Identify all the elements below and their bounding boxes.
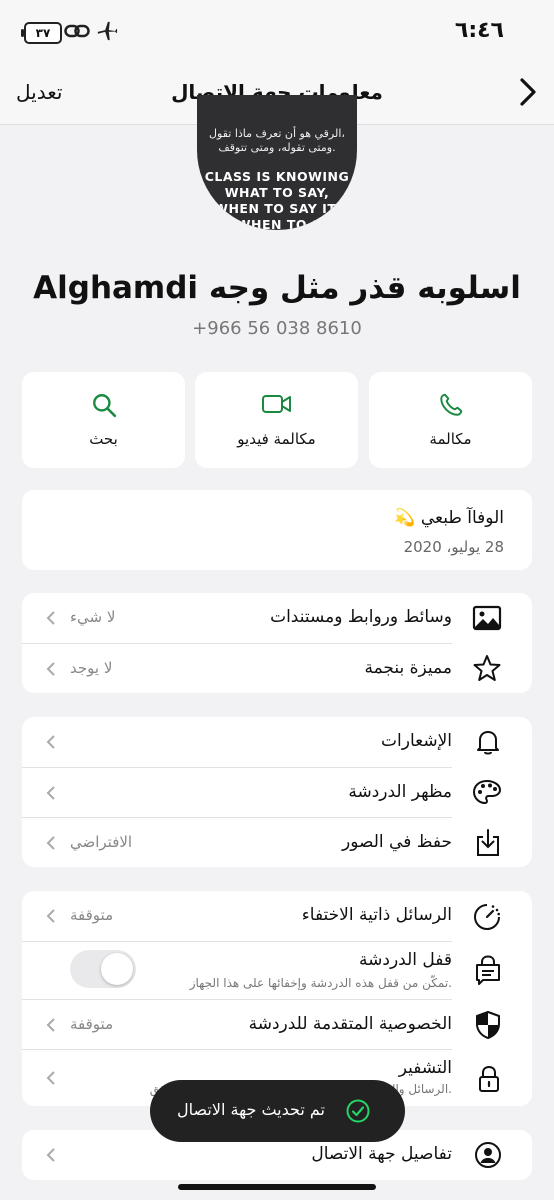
avatar-quote-ar-1: الرقي هو أن تعرف ماذا تقول،: [209, 127, 345, 140]
media-value: لا شيء: [70, 608, 116, 626]
save-photos-row[interactable]: حفظ في الصور الافتراضي: [22, 818, 532, 867]
encryption-label: التشفير: [398, 1058, 452, 1078]
search-icon: [92, 394, 116, 418]
media-label: وسائط وروابط ومستندات: [270, 607, 452, 627]
video-camera-icon: [261, 395, 291, 413]
chat-lock-icon: [476, 955, 500, 985]
shield-icon: [476, 1011, 500, 1039]
chevron-left-icon: [46, 1071, 55, 1085]
phone-icon: [439, 393, 462, 416]
contact-phone: +966 56 038 8610: [192, 318, 362, 339]
chat-theme-label: مظهر الدردشة: [348, 782, 452, 802]
advanced-privacy-value: متوقفة: [70, 1015, 114, 1033]
disappearing-messages-label: الرسائل ذاتية الاختفاء: [301, 905, 452, 925]
avatar-quote-en-2: WHAT TO SAY,: [224, 185, 330, 200]
disappearing-messages-value: متوقفة: [70, 906, 114, 924]
download-tray-icon: [477, 829, 499, 856]
chevron-left-icon: [46, 1148, 55, 1162]
star-icon: [473, 655, 501, 681]
edit-button[interactable]: تعديل: [16, 80, 62, 104]
starred-label: مميزة بنجمة: [364, 658, 452, 678]
about-text: الوفاآ طبعي 💫: [394, 508, 504, 528]
chevron-left-icon: [46, 735, 55, 749]
search-button[interactable]: بحث: [22, 372, 185, 468]
starred-value: لا يوجد: [70, 659, 113, 677]
chat-lock-row: قفل الدردشة تمكّن من قفل هذه الدردشة وإخ…: [22, 942, 532, 999]
advanced-privacy-row[interactable]: الخصوصية المتقدمة للدردشة متوقفة: [22, 1000, 532, 1049]
chevron-left-icon: [46, 836, 55, 850]
media-row[interactable]: وسائط وروابط ومستندات لا شيء: [22, 593, 532, 643]
notifications-row[interactable]: الإشعارات: [22, 717, 532, 767]
toggle-knob: [101, 953, 133, 985]
chat-theme-row[interactable]: مظهر الدردشة: [22, 768, 532, 817]
chat-lock-toggle[interactable]: [70, 950, 136, 988]
chevron-left-icon: [46, 909, 55, 923]
chevron-left-icon: [46, 786, 55, 800]
chat-lock-description: تمكّن من قفل هذه الدردشة وإخفائها على هذ…: [189, 976, 452, 990]
toast-text: تم تحديث جهة الاتصال: [177, 1100, 325, 1119]
about-card: [22, 490, 532, 570]
chevron-left-icon: [46, 662, 55, 676]
bell-icon: [477, 731, 499, 755]
call-label: مكالمة: [429, 430, 472, 448]
avatar[interactable]: الرقي هو أن تعرف ماذا تقول، ومتى تقوله، …: [197, 95, 357, 230]
avatar-quote-en-1: CLASS IS KNOWING: [204, 169, 350, 184]
status-time: ٦:٤٦: [454, 18, 504, 43]
check-circle-icon: [346, 1099, 370, 1123]
chevron-left-icon: [46, 1018, 55, 1032]
avatar-quote-en-3: WHEN TO SAY IT,: [214, 201, 340, 216]
person-circle-icon: [475, 1142, 501, 1168]
call-button[interactable]: مكالمة: [369, 372, 532, 468]
about-date: 28 يوليو، 2020: [403, 538, 504, 556]
timer-icon: [474, 904, 500, 930]
back-chevron-icon[interactable]: [516, 76, 540, 108]
link-icon: [64, 24, 90, 38]
contact-name: اسلوبه قذر مثل وجه Alghamdi: [33, 270, 521, 306]
avatar-quote-ar-2: ومتى تقوله، ومتى تتوقف.: [218, 141, 336, 154]
chevron-left-icon: [46, 611, 55, 625]
save-photos-value: الافتراضي: [70, 833, 133, 851]
toast-notification: تم تحديث جهة الاتصال: [150, 1080, 405, 1142]
video-call-label: مكالمة فيديو: [237, 430, 316, 448]
image-icon: [472, 605, 502, 631]
notifications-label: الإشعارات: [381, 731, 452, 751]
contact-details-label: تفاصيل جهة الاتصال: [311, 1144, 452, 1164]
save-photos-label: حفظ في الصور: [342, 832, 452, 852]
battery-icon: ٣٧: [21, 22, 62, 44]
lock-icon: [479, 1065, 499, 1092]
home-indicator: [178, 1184, 376, 1190]
search-label: بحث: [89, 430, 118, 448]
video-call-button[interactable]: مكالمة فيديو: [195, 372, 358, 468]
starred-row[interactable]: مميزة بنجمة لا يوجد: [22, 644, 532, 693]
chat-lock-label: قفل الدردشة: [359, 950, 452, 970]
disappearing-messages-row[interactable]: الرسائل ذاتية الاختفاء متوقفة: [22, 891, 532, 941]
avatar-quote-en-4: AND WHEN TO STOP.: [199, 217, 355, 230]
palette-icon: [472, 779, 502, 805]
airplane-icon: [97, 21, 118, 41]
advanced-privacy-label: الخصوصية المتقدمة للدردشة: [248, 1014, 452, 1034]
